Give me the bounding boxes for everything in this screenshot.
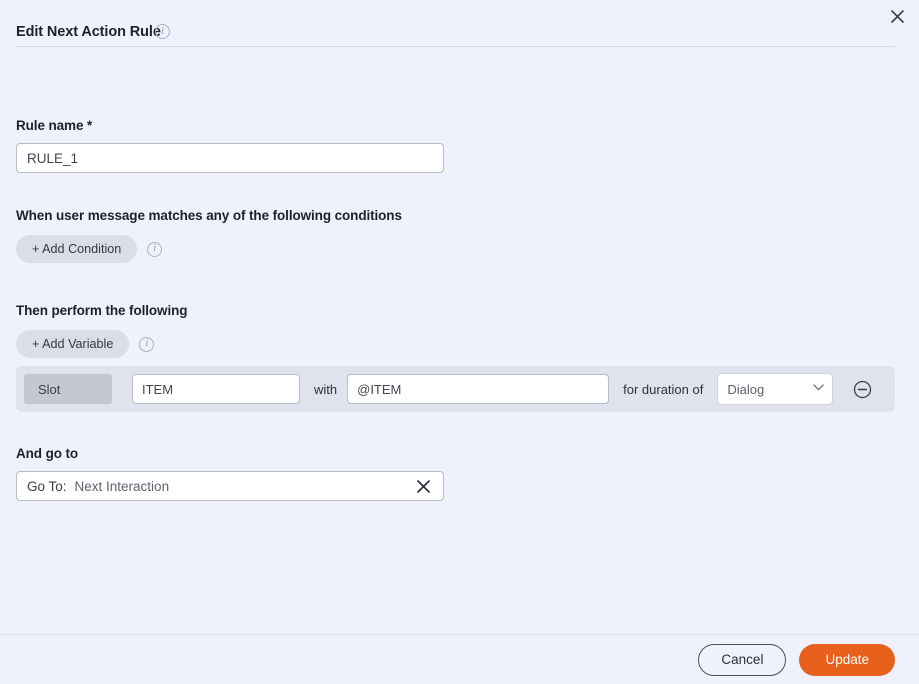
slot-name-input[interactable] bbox=[132, 374, 300, 404]
minus-circle-icon[interactable] bbox=[851, 378, 873, 400]
slot-value-input[interactable] bbox=[347, 374, 610, 404]
goto-group: And go to Go To: Next Interaction bbox=[16, 446, 444, 501]
info-icon[interactable]: i bbox=[139, 336, 155, 352]
header-divider bbox=[16, 46, 895, 47]
goto-value: Next Interaction bbox=[74, 478, 170, 494]
info-icon[interactable]: i bbox=[147, 241, 163, 257]
action-row-slot: Slot with for duration of DialogInteract… bbox=[16, 366, 895, 412]
update-button[interactable]: Update bbox=[799, 643, 895, 676]
duration-select[interactable]: DialogInteractionSession bbox=[717, 373, 834, 405]
edit-next-action-rule-dialog: Edit Next Action Rule i Rule name * When… bbox=[0, 0, 919, 684]
conditions-actions: + Add Condition i bbox=[16, 235, 402, 263]
close-icon[interactable] bbox=[883, 2, 911, 30]
dialog-body: Rule name * When user message matches an… bbox=[0, 48, 919, 634]
cancel-button[interactable]: Cancel bbox=[698, 643, 787, 676]
goto-field[interactable]: Go To: Next Interaction bbox=[16, 471, 444, 501]
dialog-header: Edit Next Action Rule i bbox=[0, 0, 919, 48]
goto-label: And go to bbox=[16, 446, 79, 461]
conditions-label: When user message matches any of the fol… bbox=[16, 208, 402, 223]
dialog-footer: Cancel Update bbox=[0, 634, 919, 684]
actions-actions: + Add Variable i bbox=[16, 330, 187, 358]
action-type-chip: Slot bbox=[24, 374, 112, 404]
actions-group: Then perform the following + Add Variabl… bbox=[16, 303, 188, 358]
with-label: with bbox=[314, 381, 338, 397]
actions-label: Then perform the following bbox=[16, 303, 188, 318]
add-condition-button[interactable]: + Add Condition bbox=[16, 235, 138, 263]
add-variable-button[interactable]: + Add Variable bbox=[16, 330, 130, 358]
duration-label: for duration of bbox=[623, 381, 704, 397]
rule-name-label: Rule name * bbox=[16, 118, 93, 133]
duration-select-wrapper: DialogInteractionSession bbox=[717, 373, 834, 405]
close-icon[interactable] bbox=[413, 476, 433, 496]
info-icon[interactable]: i bbox=[155, 24, 170, 39]
goto-prefix-label: Go To: bbox=[27, 478, 67, 494]
conditions-group: When user message matches any of the fol… bbox=[16, 208, 402, 263]
rule-name-group: Rule name * bbox=[16, 118, 444, 173]
page-title: Edit Next Action Rule bbox=[16, 24, 161, 40]
rule-name-input[interactable] bbox=[16, 143, 444, 173]
